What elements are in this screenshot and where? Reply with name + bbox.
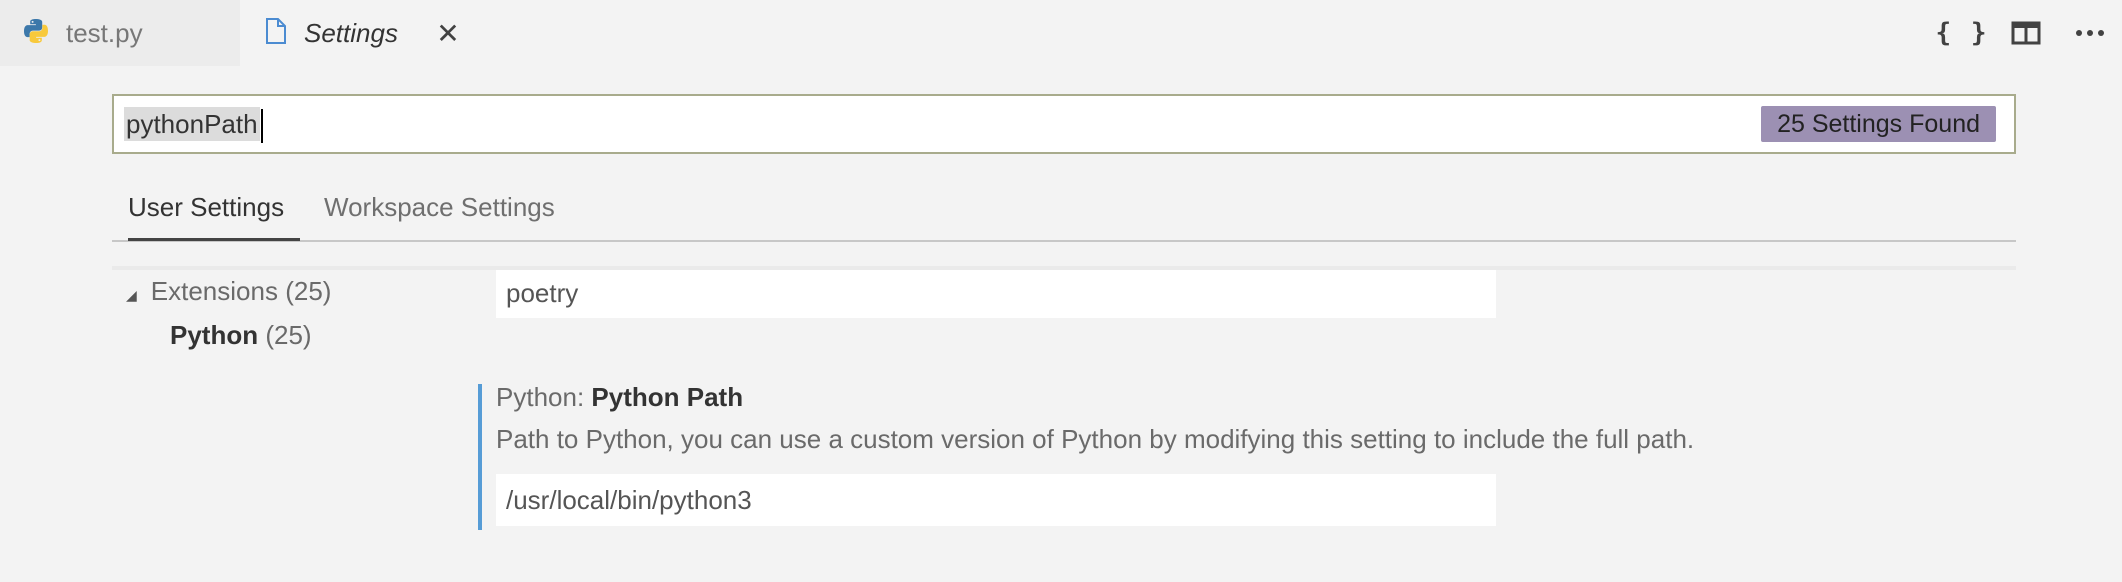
setting-name: Python Path [591, 382, 744, 412]
tree-item-label: Python [170, 320, 259, 350]
tab-settings[interactable]: Settings ✕ [240, 0, 480, 66]
tree-item-count: (25) [265, 320, 312, 350]
tree-item-python[interactable]: Python (25) [170, 318, 312, 352]
setting-focus-bar [478, 384, 482, 530]
tab-workspace-settings[interactable]: Workspace Settings [324, 182, 555, 238]
setting-title: Python: Python Path [496, 380, 743, 414]
settings-scope-tabs: User Settings Workspace Settings [112, 182, 2016, 242]
file-icon [264, 17, 288, 50]
close-icon[interactable]: ✕ [428, 0, 468, 66]
setting-category: Python: [496, 382, 592, 412]
ellipsis-icon[interactable] [2058, 0, 2122, 66]
tree-item-count: (25) [285, 276, 332, 306]
settings-search-box[interactable]: pythonPath 25 Settings Found [112, 94, 2016, 154]
tab-label: test.py [66, 17, 143, 48]
setting-description: Path to Python, you can use a custom ver… [496, 424, 1695, 454]
tab-user-settings[interactable]: User Settings [128, 182, 301, 241]
tree-item-label: Extensions [150, 276, 278, 306]
split-editor-icon[interactable] [1994, 0, 2058, 66]
editor-actions: { } [1930, 0, 2122, 66]
search-query: pythonPath [124, 107, 260, 141]
python-path-input[interactable]: /usr/local/bin/python3 [496, 474, 1496, 526]
tree-item-extensions[interactable]: ◢ Extensions (25) [126, 274, 331, 312]
tab-label: Settings [304, 17, 398, 48]
collapse-triangle-icon[interactable]: ◢ [126, 287, 137, 303]
open-settings-json-button[interactable]: { } [1930, 0, 1994, 66]
tab-test-py[interactable]: test.py [0, 0, 240, 66]
setting-value-input[interactable]: poetry [496, 270, 1496, 318]
search-input[interactable]: pythonPath [124, 105, 263, 144]
text-caret [260, 109, 263, 144]
results-count-badge: 25 Settings Found [1761, 106, 1996, 142]
python-icon [22, 17, 50, 50]
editor-tab-bar: test.py Settings ✕ { } [0, 0, 2122, 66]
